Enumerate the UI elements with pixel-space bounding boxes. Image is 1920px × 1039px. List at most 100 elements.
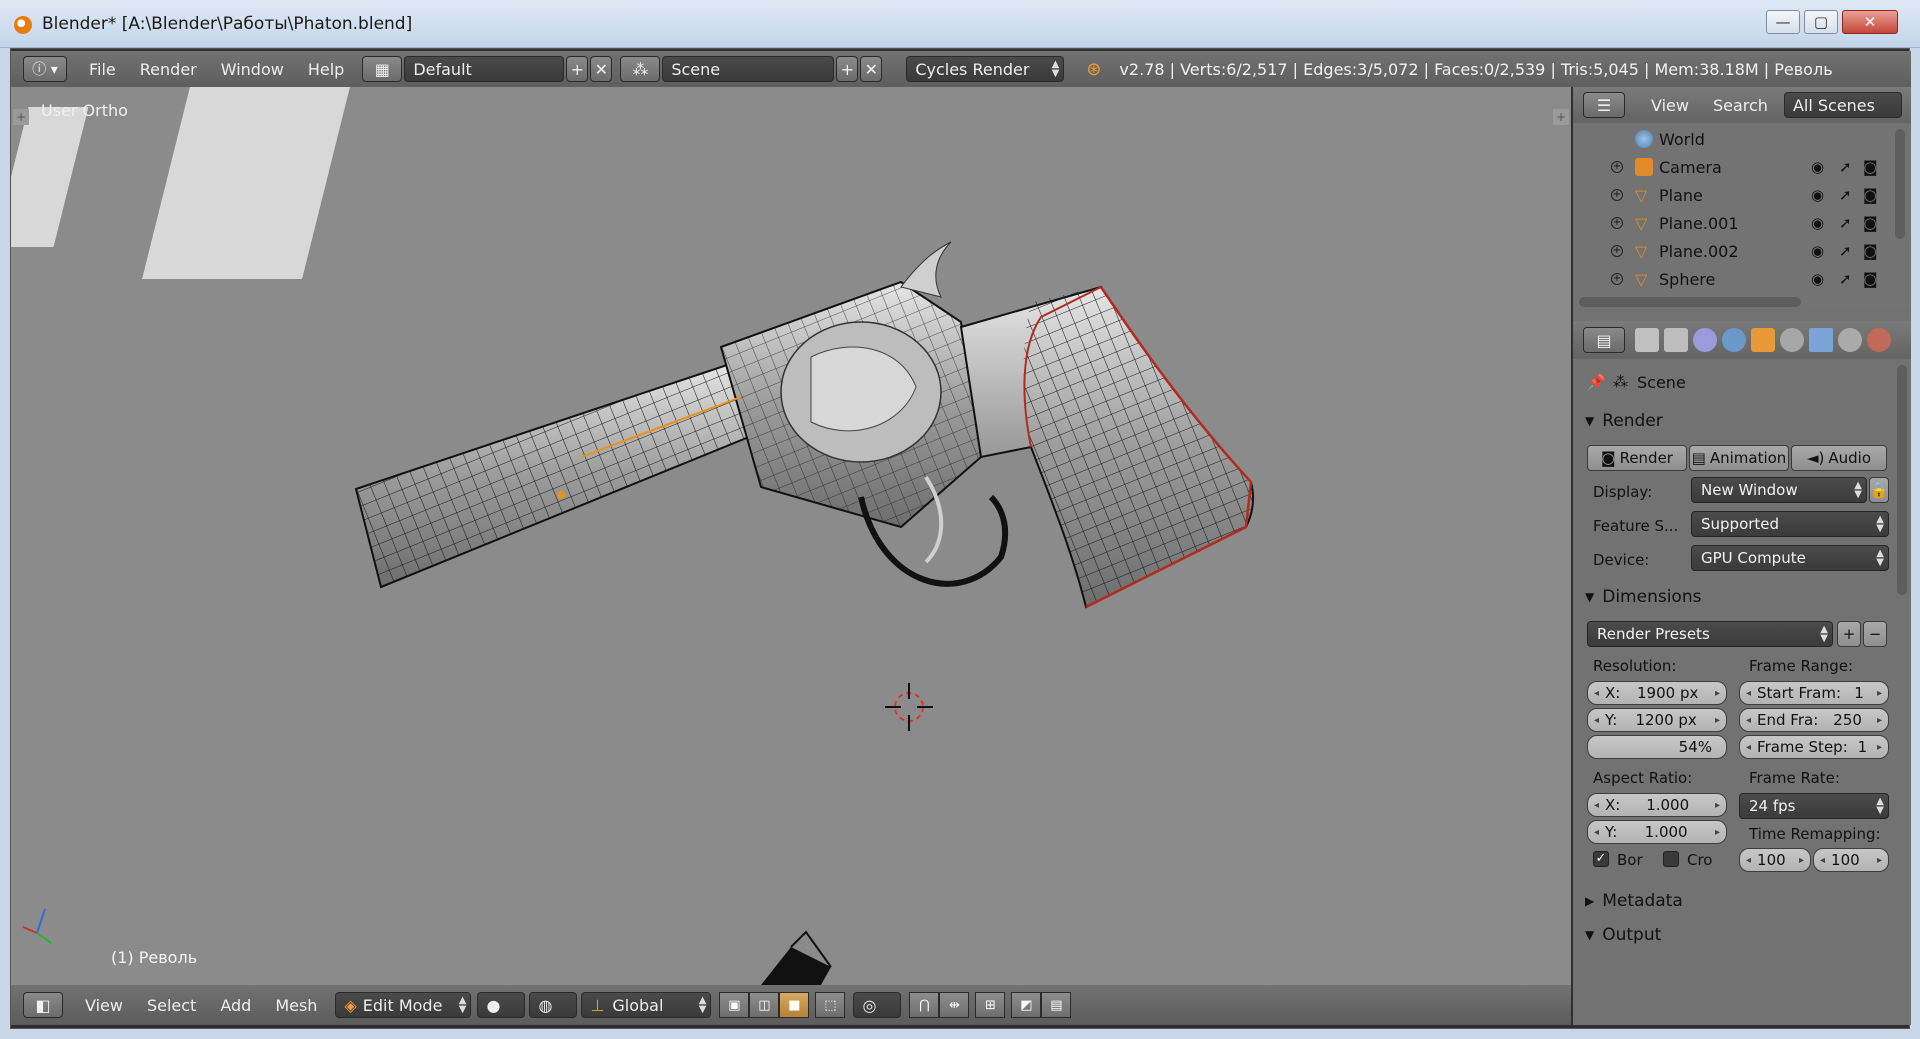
feature-set-dropdown[interactable]: Supported ▲ ▼ <box>1691 511 1889 537</box>
render-button[interactable]: ◙ Render <box>1587 445 1687 471</box>
frame-step-field[interactable]: ◂ Frame Step: 1 ▸ <box>1739 735 1889 759</box>
data-tab-icon[interactable] <box>1838 328 1862 352</box>
frame-end-field[interactable]: ◂ End Fra: 250 ▸ <box>1739 708 1889 732</box>
world-tab-icon[interactable] <box>1722 328 1746 352</box>
outliner-row[interactable]: World <box>1573 125 1893 153</box>
maximize-button[interactable]: ▢ <box>1804 10 1838 34</box>
device-dropdown[interactable]: GPU Compute ▲ ▼ <box>1691 545 1889 571</box>
cursor-icon[interactable]: ➚ <box>1839 242 1852 260</box>
menu-render[interactable]: Render <box>128 60 209 79</box>
eye-icon[interactable]: ◉ <box>1811 214 1824 232</box>
render-camera-icon[interactable]: ◙ <box>1863 242 1878 260</box>
close-button[interactable]: ✕ <box>1842 10 1898 34</box>
add-scene-button[interactable]: + <box>836 56 859 82</box>
lock-interface-button[interactable]: 🔒 <box>1869 477 1889 503</box>
vertex-select-button[interactable]: ▣ <box>719 992 750 1018</box>
menu-mesh[interactable]: Mesh <box>263 996 329 1015</box>
remove-layout-button[interactable]: ✕ <box>590 56 613 82</box>
editor-type-properties-button[interactable]: ▤ <box>1583 327 1625 353</box>
proportional-edit-dropdown[interactable]: ◎ <box>853 992 902 1018</box>
3d-viewport[interactable]: User Ortho + + (1) Револь <box>11 87 1571 985</box>
snap-target-button[interactable]: ⊞ <box>975 992 1006 1018</box>
viewport-shading-dropdown[interactable]: ● <box>477 992 526 1018</box>
editor-type-info-button[interactable]: ⓘ ▾ <box>23 56 67 82</box>
expand-icon[interactable]: + <box>1611 161 1623 173</box>
render-panel-header[interactable]: ▼ Render <box>1585 407 1885 435</box>
eye-icon[interactable]: ◉ <box>1811 158 1824 176</box>
expand-icon[interactable]: + <box>1611 217 1623 229</box>
properties-scrollbar[interactable] <box>1897 365 1907 595</box>
metadata-panel-header[interactable]: ▶ Metadata <box>1585 887 1885 915</box>
menu-help[interactable]: Help <box>296 60 356 79</box>
frame-map-old-field[interactable]: ◂ 100 ▸ <box>1739 848 1811 872</box>
aspect-y-field[interactable]: ◂ Y: 1.000 ▸ <box>1587 820 1727 844</box>
audio-button[interactable]: ◄) Audio <box>1791 445 1887 471</box>
pin-icon[interactable]: 📌 <box>1587 373 1606 391</box>
outliner-menu-search[interactable]: Search <box>1701 96 1780 115</box>
outliner-row[interactable]: + Camera ◉ ➚ ◙ <box>1573 153 1893 181</box>
render-tab-icon[interactable] <box>1635 328 1659 352</box>
scene-icon-button[interactable]: ⁂ <box>620 56 661 82</box>
modifiers-tab-icon[interactable] <box>1809 328 1833 352</box>
display-dropdown[interactable]: New Window ▲ ▼ <box>1691 477 1867 503</box>
cursor-icon[interactable]: ➚ <box>1839 186 1852 204</box>
resolution-x-field[interactable]: ◂ X: 1900 px ▸ <box>1587 681 1727 705</box>
limit-selection-button[interactable]: ⬚ <box>815 992 846 1018</box>
eye-icon[interactable]: ◉ <box>1811 242 1824 260</box>
menu-window[interactable]: Window <box>209 60 296 79</box>
menu-add[interactable]: Add <box>208 996 263 1015</box>
cursor-icon[interactable]: ➚ <box>1839 270 1852 288</box>
outliner-hscrollbar[interactable] <box>1579 297 1801 307</box>
outliner-row[interactable]: + ▽ Plane ◉ ➚ ◙ <box>1573 181 1893 209</box>
remove-scene-button[interactable]: ✕ <box>860 56 883 82</box>
animation-button[interactable]: ▤ Animation <box>1689 445 1789 471</box>
minimize-button[interactable]: — <box>1766 10 1800 34</box>
cursor-icon[interactable]: ➚ <box>1839 214 1852 232</box>
constraints-tab-icon[interactable] <box>1780 328 1804 352</box>
outliner-row[interactable]: + ▽ Plane.002 ◉ ➚ ◙ <box>1573 237 1893 265</box>
aspect-x-field[interactable]: ◂ X: 1.000 ▸ <box>1587 793 1727 817</box>
resolution-percentage-field[interactable]: 54% <box>1587 735 1727 759</box>
screen-layout-icon-button[interactable]: ▦ <box>362 56 403 82</box>
scene-tab-icon[interactable] <box>1693 328 1717 352</box>
render-engine-dropdown[interactable]: Cycles Render ▲ ▼ <box>906 56 1065 82</box>
pivot-point-dropdown[interactable]: ◍ <box>529 992 578 1018</box>
editor-type-3d-view-button[interactable]: ◧ <box>23 992 63 1018</box>
snap-toggle-button[interactable]: ⋂ <box>909 992 940 1018</box>
render-layers-tab-icon[interactable] <box>1664 328 1688 352</box>
output-panel-header[interactable]: ▼ Output <box>1585 921 1885 949</box>
frame-rate-dropdown[interactable]: 24 fps ▲ ▼ <box>1739 793 1889 819</box>
snap-element-button[interactable]: ⇹ <box>939 992 970 1018</box>
mode-dropdown[interactable]: ◈ Edit Mode ▲ ▼ <box>335 992 472 1018</box>
object-tab-icon[interactable] <box>1751 328 1775 352</box>
menu-view[interactable]: View <box>73 996 135 1015</box>
revolver-model[interactable] <box>341 227 1401 747</box>
face-select-button[interactable]: ■ <box>779 992 810 1018</box>
eye-icon[interactable]: ◉ <box>1811 270 1824 288</box>
render-camera-icon[interactable]: ◙ <box>1863 186 1878 204</box>
frame-map-new-field[interactable]: ◂ 100 ▸ <box>1813 848 1889 872</box>
border-checkbox[interactable]: ✓ <box>1593 851 1609 867</box>
render-presets-dropdown[interactable]: Render Presets ▲ ▼ <box>1587 621 1833 647</box>
transform-orientation-dropdown[interactable]: ⊥ Global ▲ ▼ <box>581 992 712 1018</box>
outliner-row[interactable]: + ▽ Sphere ◉ ➚ ◙ <box>1573 265 1893 293</box>
dimensions-panel-header[interactable]: ▼ Dimensions <box>1585 583 1885 611</box>
outliner-row[interactable]: + ▽ Plane.001 ◉ ➚ ◙ <box>1573 209 1893 237</box>
expand-icon[interactable]: + <box>1611 245 1623 257</box>
menu-select[interactable]: Select <box>135 996 208 1015</box>
expand-icon[interactable]: + <box>1611 273 1623 285</box>
properties-toggle-icon[interactable]: + <box>1553 109 1569 125</box>
editor-type-outliner-button[interactable]: ☰ <box>1583 92 1625 118</box>
outliner-display-mode-dropdown[interactable]: All Scenes <box>1783 92 1902 118</box>
scene-field[interactable]: Scene <box>662 56 835 82</box>
render-camera-icon[interactable]: ◙ <box>1863 214 1878 232</box>
eye-icon[interactable]: ◉ <box>1811 186 1824 204</box>
add-layout-button[interactable]: + <box>566 56 589 82</box>
frame-start-field[interactable]: ◂ Start Fram: 1 ▸ <box>1739 681 1889 705</box>
render-opengl-button[interactable]: ◩ <box>1011 992 1042 1018</box>
render-camera-icon[interactable]: ◙ <box>1863 158 1878 176</box>
outliner[interactable]: World + Camera ◉ ➚ ◙ + ▽ Plane ◉ ➚ ◙ + ▽… <box>1573 123 1911 309</box>
crop-checkbox[interactable] <box>1663 851 1679 867</box>
outliner-scrollbar[interactable] <box>1895 129 1905 239</box>
resolution-y-field[interactable]: ◂ Y: 1200 px ▸ <box>1587 708 1727 732</box>
